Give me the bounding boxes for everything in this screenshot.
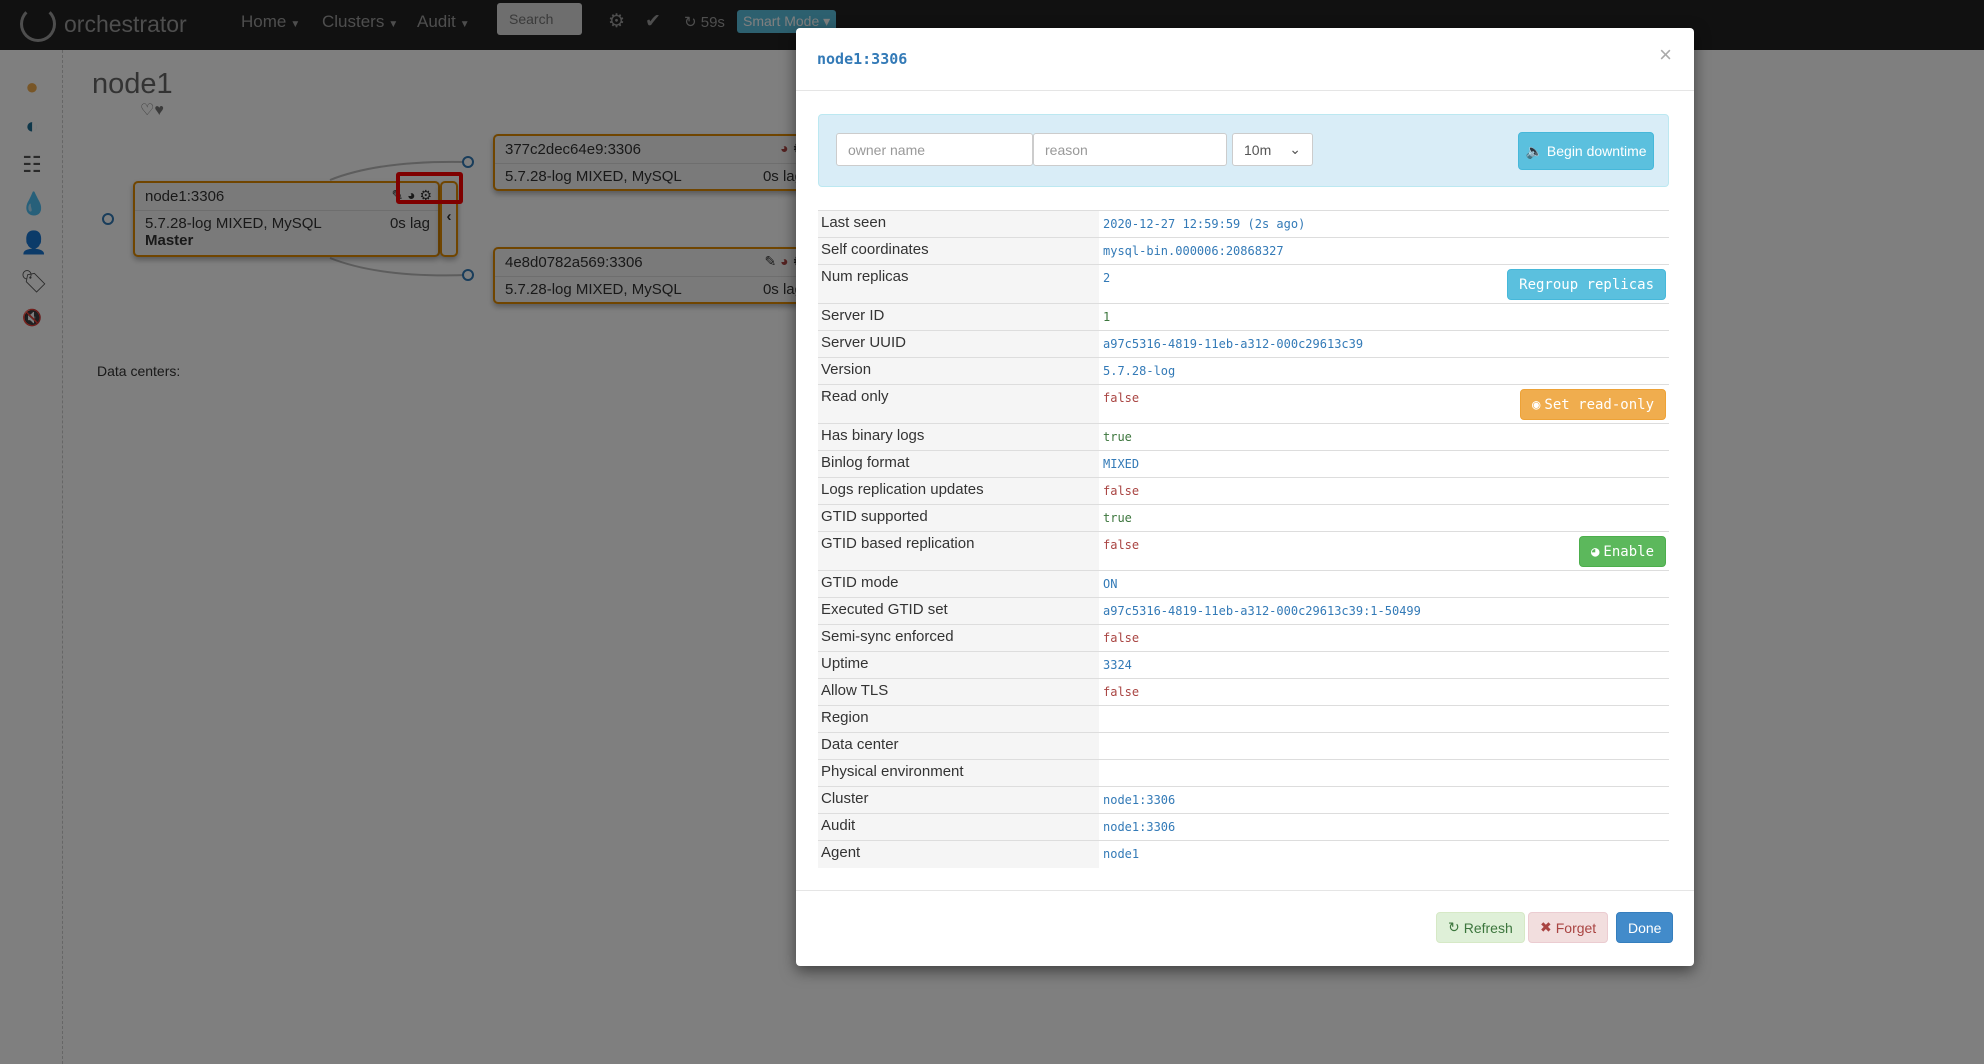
detail-value: mysql-bin.000006:20868327 bbox=[1103, 244, 1284, 258]
detail-value: true bbox=[1103, 430, 1132, 444]
volume-off-icon: 🔈 bbox=[1525, 142, 1543, 159]
detail-label: Has binary logs bbox=[818, 423, 1099, 451]
detail-row: Audit node1:3306 bbox=[818, 813, 1669, 841]
detail-row: Semi-sync enforced false bbox=[818, 624, 1669, 652]
detail-label: Audit bbox=[818, 813, 1099, 841]
detail-row: Region bbox=[818, 705, 1669, 733]
detail-label: Region bbox=[818, 705, 1099, 733]
eye-icon: ◉ bbox=[1531, 396, 1541, 413]
detail-value: false bbox=[1103, 484, 1140, 498]
detail-label: Num replicas bbox=[818, 264, 1099, 304]
duration-select[interactable]: 10m ⌄ bbox=[1232, 133, 1313, 166]
detail-label: Uptime bbox=[818, 651, 1099, 679]
detail-label: Agent bbox=[818, 840, 1099, 868]
detail-label: Semi-sync enforced bbox=[818, 624, 1099, 652]
detail-label: Last seen bbox=[818, 210, 1099, 238]
detail-value: 5.7.28-log bbox=[1103, 364, 1176, 378]
detail-label: GTID mode bbox=[818, 570, 1099, 598]
detail-row: Binlog format MIXED bbox=[818, 450, 1669, 478]
detail-value: true bbox=[1103, 511, 1132, 525]
detail-row: Num replicas 2 Regroup replicas bbox=[818, 264, 1669, 304]
detail-label: GTID based replication bbox=[818, 531, 1099, 571]
modal-title: node1:3306 bbox=[817, 50, 908, 68]
detail-value: a97c5316-4819-11eb-a312-000c29613c39:1-5… bbox=[1103, 604, 1421, 618]
detail-row: Agent node1 bbox=[818, 840, 1669, 868]
detail-label: Binlog format bbox=[818, 450, 1099, 478]
globe-icon: ◕ bbox=[1590, 543, 1600, 560]
detail-row: Has binary logs true bbox=[818, 423, 1669, 451]
refresh-button[interactable]: ↻ Refresh bbox=[1436, 912, 1525, 943]
detail-value: MIXED bbox=[1103, 457, 1140, 471]
detail-label: Physical environment bbox=[818, 759, 1099, 787]
detail-label: Version bbox=[818, 357, 1099, 385]
owner-name-input[interactable] bbox=[836, 133, 1033, 166]
detail-value: 3324 bbox=[1103, 658, 1132, 672]
detail-value: 2 bbox=[1103, 271, 1111, 285]
detail-label: Self coordinates bbox=[818, 237, 1099, 265]
detail-label: Executed GTID set bbox=[818, 597, 1099, 625]
instance-details-table: Last seen 2020-12-27 12:59:59 (2s ago) Sel… bbox=[818, 210, 1669, 868]
detail-row: Executed GTID set a97c5316-4819-11eb-a312… bbox=[818, 597, 1669, 625]
detail-label: Cluster bbox=[818, 786, 1099, 814]
detail-row: GTID based replication false ◕ Enable bbox=[818, 531, 1669, 571]
detail-row: Data center bbox=[818, 732, 1669, 760]
detail-label: GTID supported bbox=[818, 504, 1099, 532]
regroup-replicas-button[interactable]: Regroup replicas bbox=[1507, 269, 1666, 300]
detail-value: 1 bbox=[1103, 310, 1111, 324]
detail-value: node1 bbox=[1103, 847, 1140, 861]
set-read-only-button[interactable]: ◉ Set read-only bbox=[1519, 389, 1666, 420]
enable-button[interactable]: ◕ Enable bbox=[1578, 536, 1666, 567]
detail-row: Read only false ◉ Set read-only bbox=[818, 384, 1669, 424]
detail-row: Physical environment bbox=[818, 759, 1669, 787]
detail-row: Uptime 3324 bbox=[818, 651, 1669, 679]
detail-value: node1:3306 bbox=[1103, 793, 1176, 807]
refresh-icon: ↻ bbox=[1448, 919, 1460, 935]
detail-row: Last seen 2020-12-27 12:59:59 (2s ago) bbox=[818, 210, 1669, 238]
detail-row: Server ID 1 bbox=[818, 303, 1669, 331]
chevron-down-icon: ⌄ bbox=[1289, 141, 1301, 157]
detail-row: Allow TLS false bbox=[818, 678, 1669, 706]
close-icon[interactable]: × bbox=[1659, 42, 1672, 68]
remove-icon: ✖ bbox=[1540, 919, 1552, 935]
detail-value: a97c5316-4819-11eb-a312-000c29613c39 bbox=[1103, 337, 1364, 351]
done-button[interactable]: Done bbox=[1616, 912, 1674, 943]
detail-value: false bbox=[1103, 631, 1140, 645]
reason-input[interactable] bbox=[1033, 133, 1227, 166]
detail-label: Server ID bbox=[818, 303, 1099, 331]
downtime-panel: 10m⌄ 🔈Begin downtime bbox=[818, 114, 1669, 187]
detail-label: Allow TLS bbox=[818, 678, 1099, 706]
detail-row: Cluster node1:3306 bbox=[818, 786, 1669, 814]
detail-label: Read only bbox=[818, 384, 1099, 424]
detail-row: Logs replication updates false bbox=[818, 477, 1669, 505]
detail-row: GTID supported true bbox=[818, 504, 1669, 532]
instance-modal: node1:3306 × 10m⌄ 🔈Begin downtime Last s… bbox=[796, 28, 1694, 966]
modal-footer-divider bbox=[796, 890, 1694, 891]
begin-downtime-button[interactable]: 🔈 Begin downtime bbox=[1518, 132, 1654, 170]
detail-value: node1:3306 bbox=[1103, 820, 1176, 834]
detail-row: Server UUID a97c5316-4819-11eb-a312-000c2… bbox=[818, 330, 1669, 358]
detail-label: Logs replication updates bbox=[818, 477, 1099, 505]
detail-value: false bbox=[1103, 685, 1140, 699]
detail-row: Self coordinates mysql-bin.000006:2086832… bbox=[818, 237, 1669, 265]
detail-value: false bbox=[1103, 538, 1140, 552]
detail-label: Data center bbox=[818, 732, 1099, 760]
detail-value: false bbox=[1103, 391, 1140, 405]
detail-value: ON bbox=[1103, 577, 1118, 591]
detail-value: 2020-12-27 12:59:59 (2s ago) bbox=[1103, 217, 1306, 231]
detail-row: Version 5.7.28-log bbox=[818, 357, 1669, 385]
forget-button[interactable]: ✖ Forget bbox=[1528, 912, 1609, 943]
detail-row: GTID mode ON bbox=[818, 570, 1669, 598]
detail-label: Server UUID bbox=[818, 330, 1099, 358]
